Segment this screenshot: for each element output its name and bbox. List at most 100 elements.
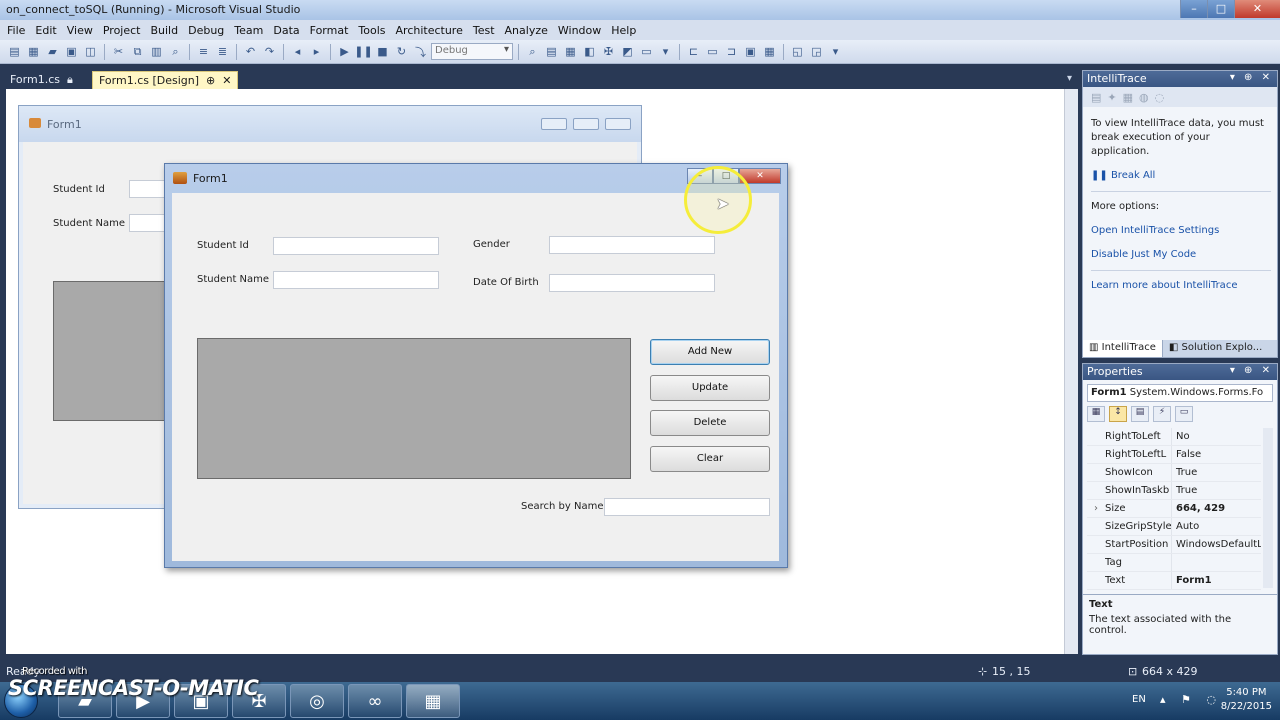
break-all-icon[interactable]: ❚❚ (354, 43, 372, 60)
property-value[interactable]: No (1171, 428, 1261, 445)
menu-build[interactable]: Build (145, 24, 183, 37)
toolbox-icon[interactable]: ✠ (600, 43, 617, 60)
stop-debugging-icon[interactable]: ■ (374, 43, 391, 60)
properties-icon[interactable]: ▦ (562, 43, 579, 60)
property-row[interactable]: RightToLeftL False (1087, 446, 1261, 464)
menu-tools[interactable]: Tools (353, 24, 390, 37)
make-same-size-icon[interactable]: ▣ (742, 43, 759, 60)
maximize-button[interactable]: □ (1207, 0, 1234, 18)
break-all-link[interactable]: ❚❚ Break All (1091, 169, 1271, 183)
redo-icon[interactable]: ↷ (261, 43, 278, 60)
tab-form1-cs[interactable]: Form1.cs 🔒︎ (4, 71, 79, 89)
align-rights-icon[interactable]: ⊐ (723, 43, 740, 60)
menu-window[interactable]: Window (553, 24, 606, 37)
menu-analyze[interactable]: Analyze (500, 24, 553, 37)
save-all-icon[interactable]: ◫ (82, 43, 99, 60)
tab-form1-design[interactable]: Form1.cs [Design] ⊕ ✕ (92, 71, 239, 89)
property-value[interactable]: Auto (1171, 518, 1261, 535)
step-into-icon[interactable]: ⤵ (412, 43, 429, 60)
align-lefts-icon[interactable]: ⊏ (685, 43, 702, 60)
close-button[interactable]: ✕ (1234, 0, 1280, 18)
send-to-back-icon[interactable]: ◲ (808, 43, 825, 60)
property-row[interactable]: ShowIcon True (1087, 464, 1261, 482)
intellitrace-search-icon[interactable]: ◌ (1155, 91, 1165, 104)
property-value[interactable]: WindowsDefaultL (1171, 536, 1261, 553)
tab-intellitrace[interactable]: ▥ IntelliTrace (1083, 340, 1163, 357)
minimize-button[interactable]: – (1180, 0, 1207, 18)
learn-more-intellitrace-link[interactable]: Learn more about IntelliTrace (1091, 279, 1271, 293)
menu-file[interactable]: File (2, 24, 30, 37)
menu-edit[interactable]: Edit (30, 24, 61, 37)
taskbar-form-app-icon[interactable]: ▦ (406, 684, 460, 718)
disable-just-my-code-link[interactable]: Disable Just My Code (1091, 248, 1271, 262)
property-row[interactable]: ShowInTaskb True (1087, 482, 1261, 500)
solution-configuration-select[interactable]: Debug (431, 43, 513, 60)
add-item-icon[interactable]: ▦ (25, 43, 42, 60)
language-indicator[interactable]: EN (1132, 694, 1146, 705)
property-value[interactable] (1171, 554, 1261, 571)
student-id-input[interactable] (273, 237, 439, 255)
menu-help[interactable]: Help (606, 24, 641, 37)
tray-icons[interactable]: ▴ ⚑ ◌ (1160, 693, 1222, 706)
delete-button[interactable]: Delete (650, 410, 770, 436)
designer-vertical-scrollbar[interactable] (1064, 89, 1078, 654)
tab-order-icon[interactable]: ▾ (827, 43, 844, 60)
intellitrace-filter-icon[interactable]: ▦ (1123, 91, 1133, 104)
panel-pin-icons[interactable]: ▾ ⊕ ✕ (1230, 72, 1273, 83)
search-by-name-input[interactable] (604, 498, 770, 516)
tab-close-icon[interactable]: ✕ (219, 74, 231, 87)
alphabetical-icon[interactable]: ↕ (1109, 406, 1127, 422)
size-to-grid-icon[interactable]: ▦ (761, 43, 778, 60)
menu-test[interactable]: Test (468, 24, 500, 37)
tab-solution-explorer[interactable]: ◧ Solution Explo... (1163, 340, 1268, 357)
new-project-icon[interactable]: ▤ (6, 43, 23, 60)
menu-project[interactable]: Project (98, 24, 146, 37)
update-button[interactable]: Update (650, 375, 770, 401)
panel-pin-icons[interactable]: ▾ ⊕ ✕ (1230, 365, 1273, 376)
properties-object-selector[interactable]: Form1 System.Windows.Forms.Fo (1087, 384, 1273, 402)
intellitrace-settings-icon[interactable]: ◍ (1139, 91, 1149, 104)
property-value[interactable]: True (1171, 482, 1261, 499)
cut-icon[interactable]: ✂ (110, 43, 127, 60)
property-row[interactable]: › Size 664, 429 (1087, 500, 1261, 518)
intellitrace-events-icon[interactable]: ▤ (1091, 91, 1101, 104)
intellitrace-calls-icon[interactable]: ✦ (1107, 91, 1116, 104)
comment-icon[interactable]: ≡ (195, 43, 212, 60)
uncomment-icon[interactable]: ≣ (214, 43, 231, 60)
property-value[interactable]: 664, 429 (1171, 500, 1261, 517)
designer-student-name-input[interactable] (129, 214, 169, 232)
events-icon[interactable]: ⚡ (1153, 406, 1171, 422)
property-value[interactable]: False (1171, 446, 1261, 463)
paste-icon[interactable]: ▥ (148, 43, 165, 60)
open-intellitrace-settings-link[interactable]: Open IntelliTrace Settings (1091, 224, 1271, 238)
property-row[interactable]: Text Form1 (1087, 572, 1261, 590)
tab-overflow-icon[interactable]: ▾ (1067, 73, 1072, 84)
taskbar-visual-studio-icon[interactable]: ∞ (348, 684, 402, 718)
system-clock[interactable]: 5:40 PM 8/22/2015 (1221, 686, 1272, 714)
find-in-files-icon[interactable]: ⌕ (524, 43, 541, 60)
start-page-icon[interactable]: ▭ (638, 43, 655, 60)
navigate-forward-icon[interactable]: ▸ (308, 43, 325, 60)
property-value[interactable]: True (1171, 464, 1261, 481)
designer-student-id-input[interactable] (129, 180, 169, 198)
property-pages-icon[interactable]: ▭ (1175, 406, 1193, 422)
properties-view-icon[interactable]: ▤ (1131, 406, 1149, 422)
property-row[interactable]: Tag (1087, 554, 1261, 572)
align-centers-icon[interactable]: ▭ (704, 43, 721, 60)
dob-input[interactable] (549, 274, 715, 292)
menu-data[interactable]: Data (268, 24, 304, 37)
open-folder-icon[interactable]: ▰ (44, 43, 61, 60)
designer-datagrid[interactable] (53, 281, 173, 421)
property-row[interactable]: StartPosition WindowsDefaultL (1087, 536, 1261, 554)
menu-architecture[interactable]: Architecture (391, 24, 468, 37)
gender-input[interactable] (549, 236, 715, 254)
menu-format[interactable]: Format (305, 24, 354, 37)
save-icon[interactable]: ▣ (63, 43, 80, 60)
object-browser-icon[interactable]: ◧ (581, 43, 598, 60)
restart-icon[interactable]: ↻ (393, 43, 410, 60)
continue-icon[interactable]: ▶ (336, 43, 353, 60)
menu-team[interactable]: Team (229, 24, 268, 37)
properties-scrollbar[interactable] (1263, 428, 1273, 588)
extension-manager-icon[interactable]: ◩ (619, 43, 636, 60)
toolbar-options-icon[interactable]: ▾ (657, 43, 674, 60)
